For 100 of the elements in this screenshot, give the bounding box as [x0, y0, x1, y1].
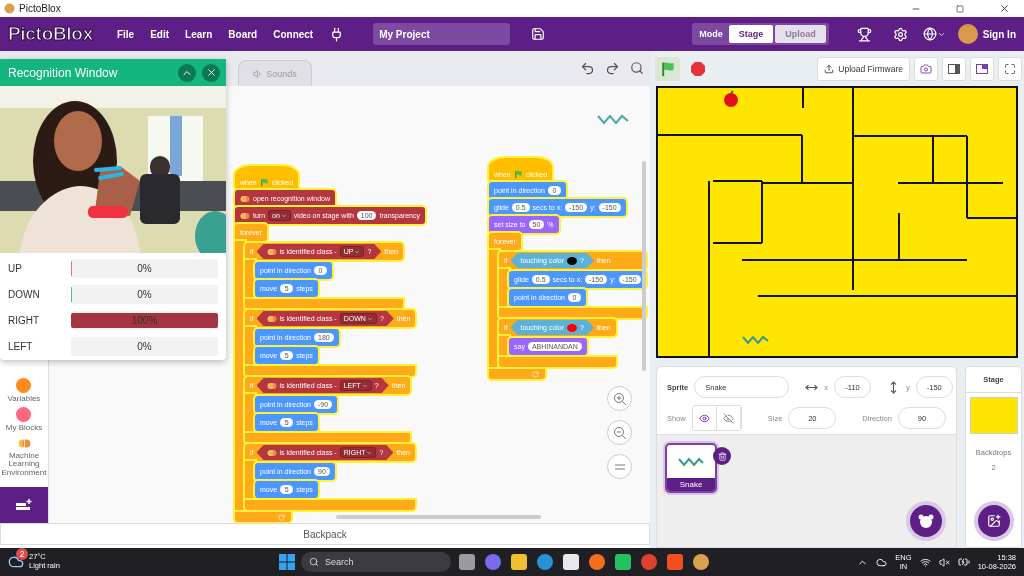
run-flag-button[interactable] [655, 56, 680, 81]
large-stage-button[interactable] [970, 56, 994, 81]
brain-icon [240, 193, 250, 204]
battery-icon[interactable] [957, 556, 970, 568]
category-button[interactable]: Variables [7, 378, 41, 404]
scrollbar[interactable] [336, 515, 541, 519]
apple-icon [722, 90, 740, 108]
category-button[interactable]: My Blocks [5, 407, 43, 433]
class-label: LEFT [8, 341, 34, 352]
bear-icon [918, 514, 934, 528]
class-label: UP [8, 263, 23, 274]
caret-icon [354, 248, 361, 255]
avatar-icon[interactable] [956, 23, 979, 45]
category-label: My Blocks [5, 424, 43, 433]
caret-icon [366, 315, 373, 322]
windows-icon[interactable] [279, 554, 295, 570]
menu-item[interactable]: Board [220, 28, 266, 40]
settings-icon [893, 26, 909, 42]
mute-icon[interactable] [938, 556, 950, 568]
category-label: Machine Learning Environment [0, 451, 48, 477]
confidence-value: 0% [136, 262, 153, 276]
upload-firmware-button[interactable]: Upload Firmware [817, 56, 910, 81]
search-field[interactable]: Search [301, 552, 451, 572]
wifi-icon[interactable] [919, 556, 931, 568]
zoom-out-button[interactable] [607, 420, 632, 445]
panel-title: Recognition Window [8, 65, 119, 80]
category-button[interactable]: Machine Learning Environment [0, 436, 48, 477]
brain-icon [266, 313, 277, 324]
trophy-icon [857, 26, 873, 42]
extension-icon [15, 498, 33, 512]
caret-icon [361, 382, 368, 389]
backdrop-thumbnail[interactable] [969, 397, 1018, 434]
menu-item[interactable]: Connect [265, 28, 322, 40]
menu-item[interactable]: Learn [177, 28, 221, 40]
menu-item[interactable]: Edit [142, 28, 178, 40]
loop-arrow-icon [278, 513, 285, 521]
app-icon [4, 3, 15, 14]
close-icon [205, 67, 217, 78]
app-icon[interactable] [693, 554, 709, 570]
class-label: RIGHT [8, 315, 41, 326]
close-button[interactable] [202, 63, 220, 82]
brain-icon [266, 447, 277, 458]
browser-icon[interactable] [537, 554, 553, 570]
confidence-value: 0% [136, 340, 153, 354]
equals-icon [614, 463, 625, 470]
cloud-icon[interactable] [876, 556, 888, 568]
window-title: PictoBlox [19, 3, 62, 14]
project-name-field[interactable]: My Project [373, 23, 511, 45]
speaker-icon [253, 68, 264, 79]
caret-icon [280, 212, 287, 219]
sign-in-button[interactable]: Sign In [982, 28, 1016, 40]
save-icon [531, 27, 546, 41]
search-icon[interactable] [630, 61, 644, 75]
eye-off-icon [722, 412, 734, 424]
zoom-in-button[interactable] [607, 386, 632, 411]
stop-icon[interactable] [690, 60, 706, 77]
upload-icon [824, 63, 835, 74]
sprite-tile[interactable]: Snake [665, 443, 717, 493]
confidence-value: 0% [136, 288, 153, 302]
caret-icon [366, 449, 373, 456]
snake-icon [678, 457, 704, 467]
logo[interactable]: PictoBlox [8, 23, 93, 45]
menu-item[interactable]: File [108, 28, 143, 40]
maximize-icon [956, 4, 964, 13]
search-icon [309, 557, 319, 567]
add-sprite-button[interactable] [910, 505, 942, 537]
add-backdrop-button[interactable] [978, 505, 1010, 537]
zoom-in-icon [612, 391, 627, 406]
undo-icon[interactable] [580, 61, 595, 76]
flag-icon [259, 177, 269, 187]
sprite-name: Snake [667, 478, 715, 491]
small-stage-button[interactable] [942, 56, 966, 81]
notification-badge: 2 [16, 548, 28, 561]
redo-icon[interactable] [605, 61, 620, 76]
layout-icon [948, 63, 960, 74]
color-swatch[interactable] [567, 256, 578, 265]
class-label: DOWN [8, 289, 41, 300]
copilot-icon[interactable] [485, 554, 501, 570]
collapse-button[interactable] [178, 63, 196, 82]
browser-icon[interactable] [641, 554, 657, 570]
zoom-out-icon [612, 425, 627, 440]
flag-icon [513, 169, 523, 179]
globe-icon [923, 27, 938, 41]
trash-icon [717, 451, 727, 461]
browser-icon[interactable] [589, 554, 605, 570]
flag-icon [659, 60, 676, 77]
backpack-bar[interactable]: Backpack [0, 523, 650, 545]
fullscreen-button[interactable] [998, 56, 1022, 81]
add-extension-button[interactable] [0, 487, 48, 523]
snake-icon [742, 334, 770, 346]
color-swatch[interactable] [567, 323, 578, 332]
scrollbar[interactable] [642, 161, 646, 371]
category-label: Variables [7, 395, 41, 404]
close-icon [998, 3, 1010, 14]
show-button[interactable] [692, 406, 717, 430]
mode-option[interactable]: Stage [728, 25, 774, 43]
camera-icon [920, 62, 932, 75]
brain-icon [266, 246, 277, 257]
delete-button[interactable] [713, 447, 731, 465]
brain-icon [266, 380, 277, 391]
